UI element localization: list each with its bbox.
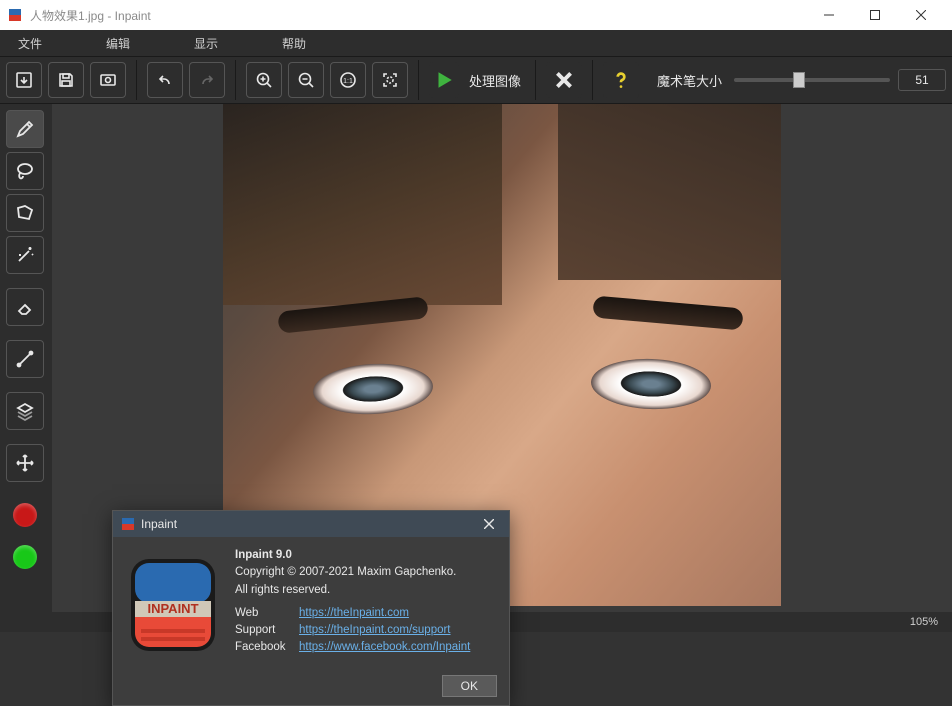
- menu-help[interactable]: 帮助: [270, 31, 318, 56]
- slider-thumb[interactable]: [793, 72, 805, 88]
- marker-tool[interactable]: [6, 110, 44, 148]
- about-support-link[interactable]: https://theInpaint.com/support: [299, 622, 451, 639]
- magic-wand-tool[interactable]: [6, 236, 44, 274]
- maximize-button[interactable]: [852, 0, 898, 30]
- about-product: Inpaint 9.0: [235, 549, 292, 561]
- svg-text:INPAINT: INPAINT: [147, 601, 198, 616]
- tool-sidebar: [0, 104, 52, 612]
- about-web-link[interactable]: https://theInpaint.com: [299, 605, 409, 622]
- canvas-area[interactable]: Inpaint INPAINT Inpaint 9.0: [52, 104, 952, 612]
- menu-edit[interactable]: 编辑: [94, 31, 142, 56]
- app-icon: [8, 8, 22, 22]
- main-toolbar: 1:1 处理图像 魔术笔大小 51: [0, 56, 952, 104]
- svg-text:1:1: 1:1: [343, 78, 353, 85]
- brush-size-slider[interactable]: [734, 78, 890, 82]
- dialog-close-button[interactable]: [477, 514, 501, 534]
- undo-button[interactable]: [147, 62, 183, 98]
- help-button[interactable]: [603, 62, 639, 98]
- window-title: 人物效果1.jpg - Inpaint: [30, 7, 806, 24]
- dialog-ok-button[interactable]: OK: [442, 675, 497, 697]
- save-button[interactable]: [48, 62, 84, 98]
- about-facebook-link[interactable]: https://www.facebook.com/Inpaint: [299, 639, 470, 656]
- close-button[interactable]: [898, 0, 944, 30]
- zoom-in-button[interactable]: [246, 62, 282, 98]
- menu-view[interactable]: 显示: [182, 31, 230, 56]
- zoom-fit-button[interactable]: [372, 62, 408, 98]
- menu-file[interactable]: 文件: [6, 31, 54, 56]
- clear-mask-button[interactable]: [546, 62, 582, 98]
- about-dialog: Inpaint INPAINT Inpaint 9.0: [112, 510, 510, 706]
- window-titlebar: 人物效果1.jpg - Inpaint: [0, 0, 952, 30]
- zoom-actual-button[interactable]: 1:1: [330, 62, 366, 98]
- dialog-title: Inpaint: [141, 517, 477, 531]
- about-facebook-label: Facebook: [235, 639, 291, 656]
- brush-size-value[interactable]: 51: [898, 69, 946, 91]
- process-label: 处理图像: [469, 71, 521, 90]
- minimize-button[interactable]: [806, 0, 852, 30]
- eraser-tool[interactable]: [6, 288, 44, 326]
- brush-size-label: 魔术笔大小: [657, 71, 722, 90]
- menu-bar: 文件 编辑 显示 帮助: [0, 30, 952, 56]
- about-rights: All rights reserved.: [235, 582, 470, 599]
- open-button[interactable]: [6, 62, 42, 98]
- zoom-out-button[interactable]: [288, 62, 324, 98]
- about-web-label: Web: [235, 605, 291, 622]
- about-logo-icon: INPAINT: [125, 551, 221, 663]
- batch-button[interactable]: [90, 62, 126, 98]
- lasso-tool[interactable]: [6, 152, 44, 190]
- move-tool[interactable]: [6, 444, 44, 482]
- process-button[interactable]: [429, 62, 459, 98]
- donor-tool[interactable]: [6, 392, 44, 430]
- about-support-label: Support: [235, 622, 291, 639]
- dialog-app-icon: [121, 517, 135, 531]
- redo-button[interactable]: [189, 62, 225, 98]
- zoom-level: 105%: [910, 616, 938, 628]
- dialog-titlebar[interactable]: Inpaint: [113, 511, 509, 537]
- polygon-tool[interactable]: [6, 194, 44, 232]
- green-mask-color[interactable]: [6, 538, 44, 576]
- line-tool[interactable]: [6, 340, 44, 378]
- red-mask-color[interactable]: [6, 496, 44, 534]
- about-copyright: Copyright © 2007-2021 Maxim Gapchenko.: [235, 564, 470, 581]
- selection-mask: [625, 112, 773, 154]
